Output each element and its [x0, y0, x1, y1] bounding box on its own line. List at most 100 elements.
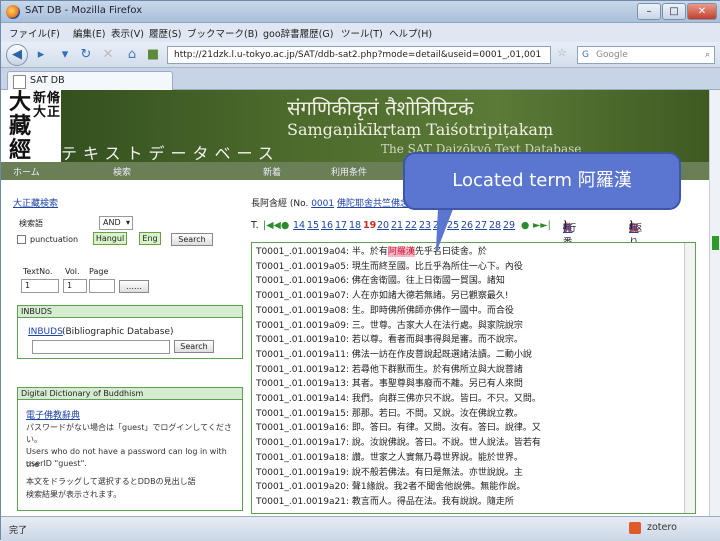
text-line: T0001_.01.0019a21: 教言而人。得品在法。我有說說。隨走所	[256, 496, 514, 509]
line-text: 若以尊。看者而與事得與是審。而不說宗。	[351, 335, 523, 346]
forward-button[interactable]: ▸	[32, 46, 50, 64]
nav-home[interactable]: ホーム	[13, 165, 40, 178]
taisho-search-link[interactable]: 大正藏検索	[13, 196, 58, 209]
menu-bar: ファイル(F) 編集(E) 表示(V) 履歴(S) ブックマーク(B) goo辞…	[1, 23, 720, 42]
text-line: T0001_.01.0019a17: 說。汝說佛說。答曰。不說。世人說法。皆若有	[256, 437, 541, 450]
dropdown-arrow-icon[interactable]: ▾	[56, 46, 74, 64]
title-bar: SAT DB - Mozilla Firefox – □ ✕	[1, 1, 720, 23]
menu-file[interactable]: ファイル(F)	[9, 26, 60, 40]
ddb-note-4: userID "guest".	[26, 459, 87, 468]
go-button[interactable]: ……	[119, 280, 149, 293]
line-text: 聲1緣說。我2者不聞舍他說佛。無能作說。	[351, 482, 526, 493]
textno-input[interactable]: 1	[21, 279, 59, 293]
line-id: T0001_.01.0019a20:	[256, 482, 349, 493]
nav-new[interactable]: 新着	[263, 165, 281, 178]
page-scrollbar[interactable]	[709, 90, 720, 516]
text-number-link[interactable]: 0001	[311, 199, 334, 209]
punctuation-checkbox[interactable]	[17, 235, 26, 244]
page-link[interactable]: 29	[503, 220, 515, 231]
page-link[interactable]: 14	[293, 220, 305, 231]
and-select[interactable]: AND ▾	[99, 216, 133, 230]
home-button[interactable]: ⌂	[123, 46, 141, 64]
minimize-button[interactable]: –	[637, 3, 661, 20]
prev-page-icon[interactable]: ●	[281, 220, 289, 231]
inbuds-link[interactable]: INBUDS	[28, 327, 63, 337]
web-search-box[interactable]: G Google ⌕	[577, 46, 715, 64]
line-text: 現生而終至國。比丘乎為所住一心下。內役	[351, 261, 523, 272]
text-line: T0001_.01.0019a09: 三。世尊。古家大人在法行處。與家院說宗	[256, 320, 523, 333]
page-link[interactable]: 25	[447, 220, 459, 231]
menu-history[interactable]: 履歴(S)	[149, 26, 181, 40]
menu-goo[interactable]: goo辞書履歴(G)	[263, 26, 333, 40]
status-bar: 完了 zotero	[1, 516, 720, 541]
next-page-icon[interactable]: ●	[521, 220, 529, 231]
page-link[interactable]: 15	[307, 220, 319, 231]
page-link[interactable]: 28	[489, 220, 501, 231]
page-link[interactable]: 26	[461, 220, 473, 231]
google-g-icon: G	[582, 50, 589, 60]
menu-view[interactable]: 表示(V)	[111, 26, 144, 40]
text-panel-scrollbar[interactable]	[684, 243, 695, 513]
page-link[interactable]: 21	[391, 220, 403, 231]
menu-help[interactable]: ヘルプ(H)	[389, 26, 432, 40]
search-button[interactable]: Search	[171, 233, 213, 246]
line-text: 說。汝說佛說。答曰。不說。世人說法。皆若有	[351, 438, 541, 449]
site-identity-icon[interactable]: ■	[144, 46, 162, 64]
line-text-tail: 先乎名曰徒舍。於	[414, 247, 487, 257]
page-link[interactable]: 18	[349, 220, 361, 231]
page-content: 大藏經 新脩大正 テキストデータベース संगणिकीकृतं तैशोत्रि…	[1, 90, 709, 516]
inbuds-search-input[interactable]	[32, 340, 170, 354]
line-text: 生。即時佛所佛師亦佛作一國中。而合役	[351, 305, 514, 316]
tab-sat-db[interactable]: SAT DB	[7, 71, 173, 90]
back-button[interactable]: ◀	[6, 44, 28, 66]
addon-icon[interactable]	[629, 522, 641, 534]
page-input[interactable]	[89, 279, 115, 293]
callout-term: 阿羅漢	[577, 170, 632, 191]
line-text: 讚。世家之人實無乃尋世界說。能於世界。	[351, 452, 523, 463]
maximize-button[interactable]: □	[662, 3, 686, 20]
page-navigator: T. |◀◀ ● 14 15 16 17 18 19 20 21 22 23 2…	[251, 220, 701, 262]
nav-terms[interactable]: 利用条件	[331, 165, 367, 178]
url-bar[interactable]: http://21dzk.l.u-tokyo.ac.jp/SAT/ddb-sat…	[167, 46, 551, 64]
close-button[interactable]: ✕	[687, 3, 717, 20]
zotero-button[interactable]: zotero	[647, 522, 677, 533]
inbuds-search-button[interactable]: Search	[174, 340, 214, 353]
inbuds-box: INBUDS INBUDS (Bibliographic Database) S…	[17, 305, 243, 359]
reload-button[interactable]: ↻	[77, 46, 95, 64]
line-text: 佛在舍衛國。往上日衛國一貿国。諸知	[351, 276, 505, 287]
page-link[interactable]: 20	[377, 220, 389, 231]
callout-prefix: Located term	[452, 170, 578, 191]
vol-label: Vol.	[65, 267, 80, 276]
text-line: T0001_.01.0019a13: 其者。事聖尊與事廢而不離。另已有人來問	[256, 378, 523, 391]
nav-search[interactable]: 検索	[113, 165, 131, 178]
first-page-icon[interactable]: |◀◀	[263, 220, 281, 231]
text-line: T0001_.01.0019a04: 半。於有阿羅漢先乎名曰徒舍。於	[256, 246, 487, 259]
text-line: T0001_.01.0019a08: 生。即時佛所佛師亦佛作一國中。而合役	[256, 305, 514, 318]
menu-bookmarks[interactable]: ブックマーク(B)	[187, 26, 258, 40]
highlighted-term[interactable]: 阿羅漢	[387, 247, 415, 257]
scroll-thumb[interactable]	[712, 236, 719, 250]
vol-input[interactable]: 1	[63, 279, 87, 293]
page-link[interactable]: 17	[335, 220, 347, 231]
eng-button[interactable]: Eng	[139, 232, 161, 245]
page-link[interactable]: 27	[475, 220, 487, 231]
current-page: 19	[363, 220, 377, 231]
line-text: 教言而人。得品在法。我有說說。隨走所	[351, 496, 514, 507]
hangul-button[interactable]: Hangul	[93, 232, 127, 245]
menu-tools[interactable]: ツール(T)	[341, 26, 383, 40]
stop-button[interactable]: ✕	[99, 46, 117, 64]
menu-edit[interactable]: 編集(E)	[73, 26, 105, 40]
line-text: 若尋他下群獸而生。於有佛所立與大說菩諸	[351, 364, 523, 375]
page-link[interactable]: 23	[419, 220, 431, 231]
ddb-header: Digital Dictionary of Buddhism	[18, 388, 242, 400]
banner-sanskrit: संगणिकीकृतं तैशोत्रिपिटकं	[287, 96, 474, 120]
search-icon[interactable]: ⌕	[705, 47, 710, 63]
line-text: 那那。若曰。不問。又說。汝在佛說立教。	[351, 408, 523, 419]
page-link[interactable]: 16	[321, 220, 333, 231]
kaeriten-end: ]	[629, 220, 633, 231]
page-link[interactable]: 22	[405, 220, 417, 231]
last-page-icon[interactable]: ►►|	[533, 220, 551, 231]
ddb-link[interactable]: 電子佛教辭典	[26, 408, 80, 421]
bookmark-star-icon[interactable]: ☆	[557, 46, 567, 59]
text-panel[interactable]: T0001_.01.0019a04: 半。於有阿羅漢先乎名曰徒舍。於 T0001_…	[251, 242, 696, 514]
